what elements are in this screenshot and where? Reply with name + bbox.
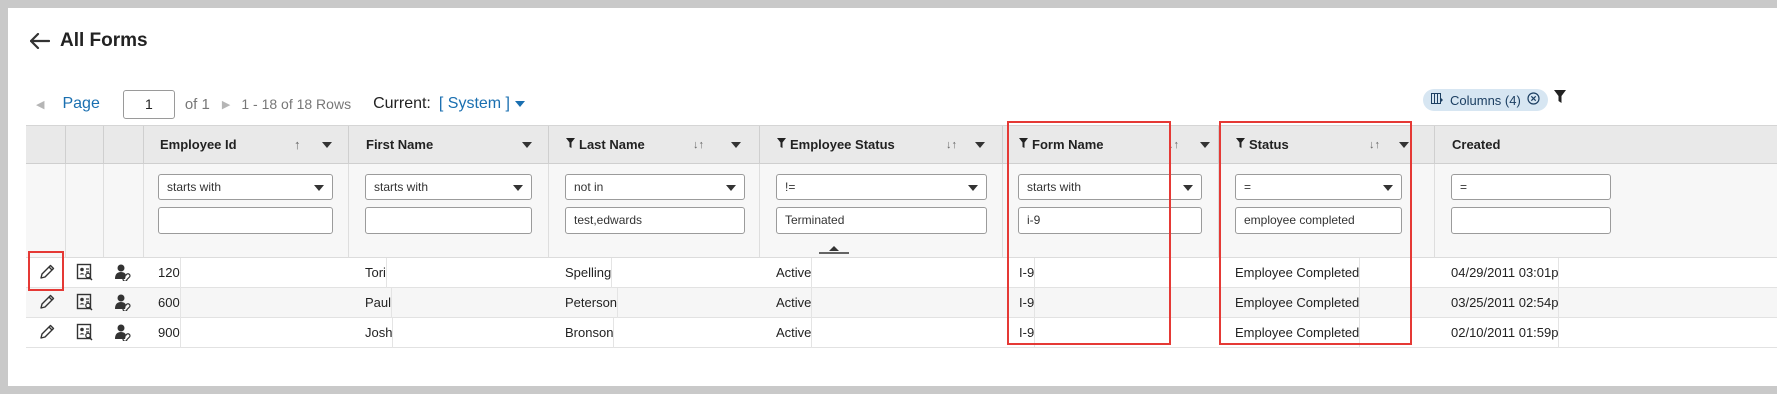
filter-value-input[interactable] bbox=[365, 207, 532, 234]
sort-asc-icon[interactable]: ↑ bbox=[294, 137, 301, 152]
filter-value-input[interactable]: Terminated bbox=[776, 207, 987, 234]
header-user-column bbox=[104, 126, 144, 164]
column-menu-icon[interactable] bbox=[1200, 142, 1210, 148]
columns-chip-label: Columns (4) bbox=[1450, 92, 1521, 108]
column-menu-icon[interactable] bbox=[522, 142, 532, 148]
user-link-icon[interactable] bbox=[114, 263, 134, 286]
highlight-status-column bbox=[1219, 121, 1412, 345]
column-menu-icon[interactable] bbox=[975, 142, 985, 148]
cell-employee-status: Active bbox=[776, 288, 813, 318]
current-view-dropdown[interactable]: [ System ] bbox=[439, 95, 525, 113]
filter-last-name: not in test,edwards bbox=[549, 164, 760, 258]
cell-employee-status: Active bbox=[776, 318, 813, 348]
cell-employee-id: 120 bbox=[158, 258, 181, 288]
page-title: All Forms bbox=[60, 30, 148, 51]
user-link-icon[interactable] bbox=[114, 323, 134, 346]
filter-operator-select[interactable]: not in bbox=[565, 174, 745, 200]
forms-grid: Employee Id ↑ First Name Last Name ↓↑ Em… bbox=[26, 125, 1777, 386]
filter-spacer bbox=[104, 164, 144, 258]
filter-spacer bbox=[66, 164, 104, 258]
header-edit-column bbox=[26, 126, 66, 164]
dropdown-caret-icon bbox=[513, 185, 523, 191]
user-link-icon[interactable] bbox=[114, 293, 134, 316]
filter-operator-select[interactable]: != bbox=[776, 174, 987, 200]
filter-employee-id: starts with bbox=[144, 164, 349, 258]
header-first-name[interactable]: First Name bbox=[349, 126, 549, 164]
column-menu-icon[interactable] bbox=[731, 142, 741, 148]
header-created[interactable]: Created bbox=[1435, 126, 1777, 164]
cell-employee-id: 600 bbox=[158, 288, 181, 318]
next-page-icon[interactable]: ▶ bbox=[222, 98, 230, 111]
dropdown-caret-icon bbox=[726, 185, 736, 191]
edit-pencil-icon[interactable] bbox=[38, 293, 56, 316]
cell-last-name: Bronson bbox=[565, 318, 615, 348]
filter-operator-select[interactable]: = bbox=[1451, 174, 1611, 200]
clear-icon[interactable] bbox=[1527, 92, 1540, 108]
page-count-label: of 1 bbox=[184, 95, 210, 113]
edit-pencil-icon[interactable] bbox=[38, 323, 56, 346]
cell-first-name: Paul bbox=[365, 288, 393, 318]
cell-employee-status: Active bbox=[776, 258, 813, 288]
sort-icon[interactable]: ↓↑ bbox=[693, 139, 704, 151]
dropdown-caret-icon bbox=[1183, 185, 1193, 191]
form-view-icon[interactable] bbox=[76, 263, 94, 286]
header-view-column bbox=[66, 126, 104, 164]
back-arrow-icon[interactable] bbox=[30, 33, 50, 49]
page-header: All Forms bbox=[30, 30, 148, 52]
highlight-edit-icon bbox=[28, 251, 64, 291]
column-menu-icon[interactable] bbox=[322, 142, 332, 148]
filter-first-name: starts with bbox=[349, 164, 549, 258]
rows-count-label: 1 - 18 of 18 Rows bbox=[241, 96, 352, 112]
cell-last-name: Peterson bbox=[565, 288, 619, 318]
filter-value-input[interactable] bbox=[1451, 207, 1611, 234]
filter-operator-select[interactable]: starts with bbox=[158, 174, 333, 200]
current-view-label: Current: bbox=[373, 95, 431, 112]
current-view-value: [ System ] bbox=[438, 95, 510, 112]
header-last-name[interactable]: Last Name ↓↑ bbox=[549, 126, 760, 164]
cell-last-name: Spelling bbox=[565, 258, 613, 288]
pagination-bar: ◀ Page of 1 ▶ 1 - 18 of 18 Rows Current:… bbox=[36, 88, 525, 120]
filter-operator-select[interactable]: starts with bbox=[365, 174, 532, 200]
page-label: Page bbox=[62, 95, 100, 112]
columns-icon bbox=[1431, 92, 1444, 108]
filter-active-icon bbox=[777, 136, 786, 154]
filter-active-icon bbox=[566, 136, 575, 154]
filter-spacer bbox=[26, 164, 66, 258]
header-employee-id[interactable]: Employee Id ↑ bbox=[144, 126, 349, 164]
form-view-icon[interactable] bbox=[76, 293, 94, 316]
filter-value-input[interactable]: test,edwards bbox=[565, 207, 745, 234]
cell-created: 02/10/2011 01:59p bbox=[1451, 318, 1560, 348]
filter-employee-status: != Terminated bbox=[760, 164, 1003, 258]
filter-value-input[interactable] bbox=[158, 207, 333, 234]
prev-page-icon[interactable]: ◀ bbox=[36, 98, 44, 111]
app-frame: All Forms ◀ Page of 1 ▶ 1 - 18 of 18 Row… bbox=[8, 8, 1777, 386]
cell-created: 03/25/2011 02:54p bbox=[1451, 288, 1560, 318]
filter-icon[interactable] bbox=[1554, 90, 1566, 109]
columns-chip[interactable]: Columns (4) bbox=[1423, 89, 1548, 111]
cell-first-name: Tori bbox=[365, 258, 387, 288]
filter-created: = bbox=[1435, 164, 1777, 258]
cell-first-name: Josh bbox=[365, 318, 394, 348]
dropdown-caret-icon bbox=[314, 185, 324, 191]
page-number-input[interactable] bbox=[122, 89, 175, 119]
table-row[interactable]: 900 Josh Bronson Active I-9 Employee Com… bbox=[26, 318, 1777, 348]
dropdown-caret-icon bbox=[968, 185, 978, 191]
header-employee-status[interactable]: Employee Status ↓↑ bbox=[760, 126, 1003, 164]
cell-created: 04/29/2011 03:01p bbox=[1451, 258, 1560, 288]
cell-employee-id: 900 bbox=[158, 318, 181, 348]
form-view-icon[interactable] bbox=[76, 323, 94, 346]
collapse-filter-icon[interactable] bbox=[819, 246, 849, 254]
table-row[interactable]: 600 Paul Peterson Active I-9 Employee Co… bbox=[26, 288, 1777, 318]
dropdown-caret-icon bbox=[515, 101, 525, 107]
highlight-form-name-column bbox=[1007, 121, 1171, 345]
table-row[interactable]: 120 Tori Spelling Active I-9 Employee Co… bbox=[26, 258, 1777, 288]
sort-icon[interactable]: ↓↑ bbox=[946, 139, 957, 151]
